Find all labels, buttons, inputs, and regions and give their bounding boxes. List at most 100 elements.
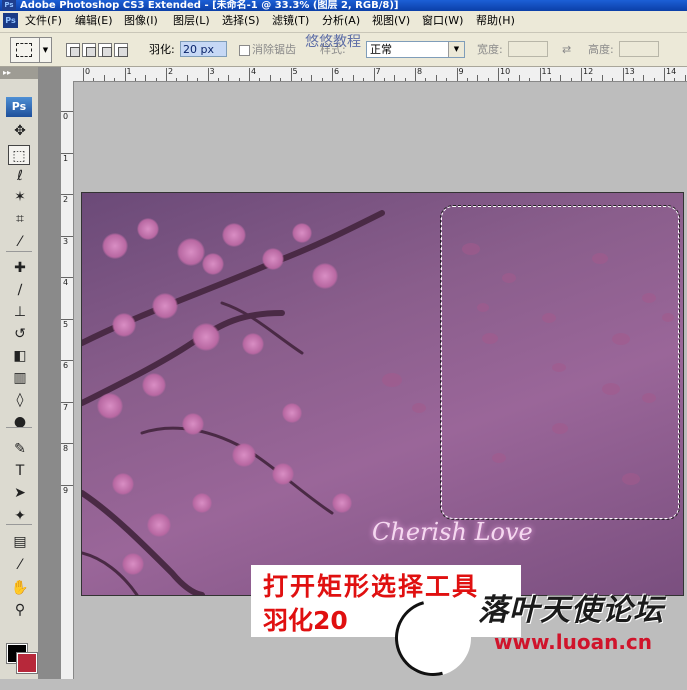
ruler-v-tick [61,235,73,237]
pen-icon[interactable]: ✎ [9,439,31,459]
ruler-v-label: 2 [63,195,69,204]
spot-heal-icon[interactable]: ✚ [9,258,31,278]
style-select[interactable]: 正常 ▼ [366,41,465,58]
ruler-h-minor-tick [404,78,406,81]
ruler-h-minor-tick [269,75,271,81]
subtract-selection-button[interactable] [98,43,112,57]
menu-view[interactable]: 视图(V) [372,14,410,28]
add-selection-button[interactable] [82,43,96,57]
cherry-blossom [102,233,128,259]
cherish-love-signature: Cherish Love [372,518,533,546]
cherry-blossom [242,333,264,355]
ruler-h-minor-tick [487,78,489,81]
cherry-blossom [182,413,204,435]
swap-icon[interactable]: ⇄ [562,43,571,57]
ruler-h-minor-tick [176,78,178,81]
width-input[interactable] [508,41,548,57]
eyedropper2-icon[interactable]: ⁄ [9,555,31,575]
history-brush-icon[interactable]: ↺ [9,324,31,344]
ruler-h-label: 2 [168,67,174,76]
feathered-rect-selection[interactable] [440,205,680,520]
ruler-h-minor-tick [383,78,385,81]
shape-icon[interactable]: ✦ [9,506,31,526]
ruler-h-minor-tick [674,78,676,81]
menu-window[interactable]: 窗口(W) [422,14,463,28]
cherry-blossom [177,238,205,266]
ruler-h-minor-tick [466,78,468,81]
zoom-icon[interactable]: ⚲ [9,600,31,620]
ruler-h-tick [207,68,209,81]
eraser-icon[interactable]: ◧ [9,346,31,366]
horizontal-ruler[interactable]: 0 1 2 3 4 5 6 7 8 9 10 11 12 13 14 [61,67,687,82]
ruler-v-label: 9 [63,485,69,495]
ruler-h-minor-tick [549,78,551,81]
tool-preset-picker[interactable]: ▼ [10,37,52,63]
crop-icon[interactable]: ⌗ [9,209,31,229]
menu-analysis[interactable]: 分析(A) [322,14,360,28]
ruler-h-label: 4 [251,67,257,76]
chevron-down-icon[interactable]: ▼ [448,42,464,57]
gradient-icon[interactable]: ▥ [9,368,31,388]
toolbox-separator [6,524,32,525]
menu-file[interactable]: 文件(F) [25,14,62,28]
cherry-blossom [292,223,312,243]
notes-icon[interactable]: ▤ [9,532,31,552]
lasso-icon[interactable]: ℓ [9,166,31,186]
ruler-v-tick [61,111,73,112]
hand-icon[interactable]: ✋ [9,578,31,598]
magic-wand-icon[interactable]: ✶ [9,187,31,207]
branch-path [82,490,205,595]
menu-layer[interactable]: 图层(L) [173,14,210,28]
cherry-blossom [272,463,294,485]
intersect-selection-button[interactable] [114,43,128,57]
cherry-blossom [202,253,224,275]
cherry-blossom [232,443,256,467]
path-select-icon[interactable]: ➤ [9,483,31,503]
rect-marquee-icon[interactable]: ⬚ [8,145,30,165]
menu-edit[interactable]: 编辑(E) [75,14,113,28]
ruler-h-label: 11 [541,67,552,76]
ruler-h-minor-tick [653,78,655,81]
ruler-h-tick [415,68,416,81]
type-icon[interactable]: T [9,461,31,481]
ruler-v-tick [61,318,73,320]
ruler-h-minor-tick [477,75,479,81]
chevron-down-icon[interactable]: ▼ [39,37,52,63]
toolbox-grip[interactable]: ▸▸ [0,67,38,79]
style-select-value: 正常 [370,43,392,56]
cherry-blossom [97,393,123,419]
watermark-text: 悠悠教程 [305,34,361,50]
ruler-h-label: 3 [209,67,215,76]
antialias-checkbox[interactable] [239,45,250,56]
ruler-h-minor-tick [508,78,510,81]
ruler-h-tick [83,68,84,81]
height-input[interactable] [619,41,659,57]
eyedropper-icon[interactable]: ⁄ [9,232,31,252]
ruler-h-minor-tick [643,75,645,81]
ps-menu-logo[interactable]: Ps [3,13,18,28]
menu-help[interactable]: 帮助(H) [476,14,515,28]
ruler-h-label: 13 [624,67,635,76]
background-color-swatch[interactable] [16,652,38,674]
ps-logo[interactable]: Ps [6,97,32,117]
menu-image[interactable]: 图像(I) [124,14,158,28]
vertical-ruler[interactable]: 0 1 2 3 4 5 6 7 8 9 [61,81,74,679]
brush-icon[interactable]: ∕ [9,280,31,300]
menu-filter[interactable]: 滤镜(T) [272,14,309,28]
blur-icon[interactable]: ◊ [9,390,31,410]
toolbox-separator [6,427,32,428]
toolbox-separator [6,251,32,252]
ruler-h-tick [622,68,624,81]
ruler-h-minor-tick [228,75,230,81]
ruler-h-minor-tick [342,78,344,81]
ruler-h-minor-tick [446,78,448,81]
document-canvas[interactable]: Cherish Love [81,192,684,596]
stamp-icon[interactable]: ⊥ [9,302,31,322]
feather-label: 羽化: [149,43,175,56]
dodge-icon[interactable]: ● [9,412,31,432]
ruler-h-tick [664,68,665,81]
feather-input[interactable]: 20 px [180,41,227,57]
menu-select[interactable]: 选择(S) [222,14,260,28]
new-selection-button[interactable] [66,43,80,57]
move-icon[interactable]: ✥ [9,121,31,141]
